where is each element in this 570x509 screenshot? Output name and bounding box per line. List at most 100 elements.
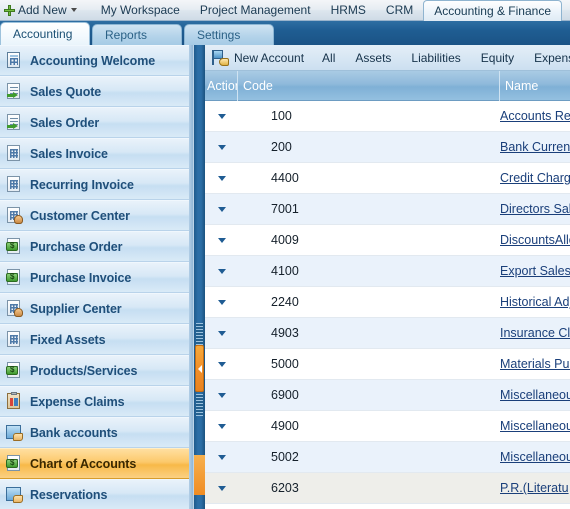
tab-accounting[interactable]: Accounting [0,22,90,45]
chevron-down-icon[interactable] [217,268,226,274]
account-name-link[interactable]: Miscellaneous [500,450,570,464]
sidebar-item-supplier-center[interactable]: Supplier Center [0,293,193,324]
chevron-down-icon[interactable] [217,113,226,119]
tab-reports[interactable]: Reports [92,24,182,45]
sidebar-item-sales-invoice[interactable]: Sales Invoice [0,138,193,169]
add-new-button[interactable]: Add New [0,0,84,20]
sidebar-item-reservations[interactable]: Reservations [0,479,193,509]
menu-item-crm[interactable]: CRM [376,0,423,21]
account-name-link[interactable]: Miscellaneous [500,419,570,433]
sidebar-item-label: Recurring Invoice [30,177,134,192]
sidebar-item-purchase-invoice[interactable]: Purchase Invoice [0,262,193,293]
sidebar-collapse-button[interactable] [195,345,204,392]
sidebar-item-accounting-welcome[interactable]: Accounting Welcome [0,45,193,76]
account-name-link[interactable]: Materials Pur [500,357,570,371]
table-row[interactable]: 6203 P.R.(Literatu [205,473,570,504]
menu-item-hrms[interactable]: HRMS [321,0,376,21]
chevron-down-icon[interactable] [217,175,226,181]
row-code-cell: 4400 [271,171,299,185]
chevron-down-icon[interactable] [217,392,226,398]
account-name-link[interactable]: Accounts Rec [500,109,570,123]
new-account-button[interactable]: New Account [210,46,312,70]
row-code-cell: 5000 [271,357,299,371]
chevron-down-icon[interactable] [217,454,226,460]
splitter-highlight [194,455,205,495]
chevron-down-icon[interactable] [217,485,226,491]
sidebar-item-sales-quote[interactable]: Sales Quote [0,76,193,107]
chevron-down-icon [70,8,77,12]
splitter-grip [196,394,203,416]
sidebar-item-recurring-invoice[interactable]: Recurring Invoice [0,169,193,200]
row-code-cell: 4903 [271,326,299,340]
table-row[interactable]: 2240 Historical Adj [205,287,570,318]
table-row[interactable]: 100 Accounts Rec [205,101,570,132]
table-row[interactable]: 5000 Materials Pur [205,349,570,380]
menu-item-accounting-finance[interactable]: Accounting & Finance [423,0,562,21]
table-row[interactable]: 200 Bank Current [205,132,570,163]
account-name-link[interactable]: Insurance Cla [500,326,570,340]
table-row[interactable]: 4903 Insurance Cla [205,318,570,349]
top-menu-bar: Add New My Workspace Project Management … [0,0,570,21]
account-name-link[interactable]: Miscellaneous [500,388,570,402]
sidebar-item-fixed-assets[interactable]: Fixed Assets [0,324,193,355]
row-action-cell [205,504,238,509]
sidebar-item-purchase-order[interactable]: Purchase Order [0,231,193,262]
menu-item-project-management[interactable]: Project Management [190,0,321,21]
document-person-icon [6,300,23,317]
panel-splitter[interactable] [194,45,205,509]
row-action-cell [205,473,238,503]
column-header-action[interactable]: Action [205,70,238,101]
chevron-down-icon[interactable] [217,144,226,150]
menu-item-my-workspace[interactable]: My Workspace [91,0,190,21]
chevron-down-icon[interactable] [217,423,226,429]
filter-expenses[interactable]: Expenses [524,46,570,70]
sidebar-item-sales-order[interactable]: Sales Order [0,107,193,138]
tab-settings[interactable]: Settings [184,24,274,45]
row-code-cell: 2240 [271,295,299,309]
table-row[interactable]: 6900 Miscellaneous [205,380,570,411]
row-action-cell [205,194,238,224]
main-area: Accounting Welcome Sales Quote Sales Ord… [0,45,570,509]
row-name-cell: Prepayments [500,504,570,509]
document-arrow-icon [6,114,23,131]
menu-item-payroll[interactable]: Payroll [562,0,570,21]
sidebar-item-label: Reservations [30,487,108,502]
table-row[interactable]: 4900 Miscellaneous [205,411,570,442]
chevron-down-icon[interactable] [217,237,226,243]
account-name-link[interactable]: Export Sales [500,264,570,278]
account-name-link[interactable]: P.R.(Literatu [500,481,569,495]
row-action-cell [205,318,238,348]
column-header-name[interactable]: Name [500,71,570,101]
chevron-down-icon[interactable] [217,299,226,305]
table-row[interactable]: 4100 Export Sales [205,256,570,287]
sidebar-item-bank-accounts[interactable]: Bank accounts [0,417,193,448]
filter-assets[interactable]: Assets [345,46,401,70]
chevron-down-icon[interactable] [217,361,226,367]
filter-all[interactable]: All [312,46,345,70]
sidebar-item-chart-of-accounts[interactable]: Chart of Accounts [0,448,193,479]
document-lines-icon [6,331,23,348]
account-name-link[interactable]: DiscountsAllo [500,233,570,247]
table-row[interactable]: 4009 DiscountsAllo [205,225,570,256]
row-name-cell: DiscountsAllo [500,225,570,255]
content-toolbar: New Account All Assets Liabilities Equit… [205,45,570,71]
sidebar-item-customer-center[interactable]: Customer Center [0,200,193,231]
filter-liabilities[interactable]: Liabilities [401,46,470,70]
sidebar-item-expense-claims[interactable]: Expense Claims [0,386,193,417]
chevron-down-icon[interactable] [217,330,226,336]
account-name-link[interactable]: Bank Current [500,140,570,154]
account-name-link[interactable]: Credit Charg [500,171,570,185]
account-name-link[interactable]: Historical Adj [500,295,570,309]
table-row[interactable]: 4400 Credit Charg [205,163,570,194]
account-name-link[interactable]: Directors Sala [500,202,570,216]
table-row[interactable]: 7001 Directors Sala [205,194,570,225]
row-code-cell: 103 [238,504,500,509]
table-row[interactable]: 103 Prepayments [205,504,570,509]
column-header-code[interactable]: Code [238,70,500,101]
filter-equity[interactable]: Equity [471,46,524,70]
chevron-down-icon[interactable] [217,206,226,212]
sidebar-scrollbar[interactable] [189,45,193,509]
table-row[interactable]: 5002 Miscellaneous [205,442,570,473]
money-document-icon [6,269,23,286]
sidebar-item-products-services[interactable]: Products/Services [0,355,193,386]
